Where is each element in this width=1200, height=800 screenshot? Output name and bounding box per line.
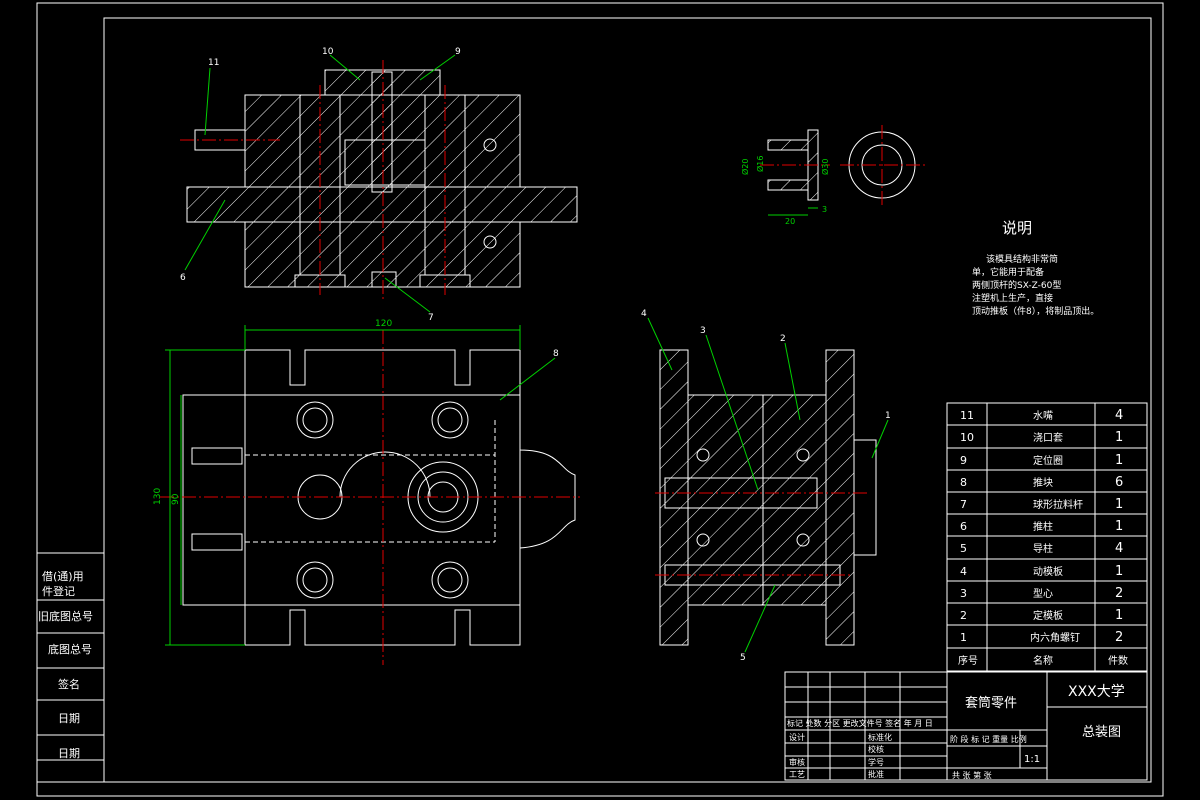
side-label-4: 底图总号: [48, 642, 92, 656]
balloon-11: 11: [208, 58, 219, 68]
dim-len-3: 3: [822, 205, 827, 214]
tb-part-name: 套筒零件: [965, 695, 1017, 711]
balloon-1: 1: [885, 411, 891, 421]
side-label-3: 旧底图总号: [38, 609, 93, 623]
parts-row-2-qty: 1: [1115, 430, 1123, 445]
title-block: 套筒零件 XXX大学 总装图 标记 处数 分区 更改文件号 签名 年 月 日 设…: [784, 671, 1148, 781]
parts-row-2-name: 浇口套: [1033, 431, 1063, 444]
parts-header-name: 名称: [1033, 654, 1053, 667]
parts-row-7-name: 导柱: [1033, 542, 1053, 555]
parts-row-3-qty: 1: [1115, 453, 1123, 468]
notes-line-3: 两侧顶杆的SX-Z-60型: [972, 279, 1061, 291]
dim-len-20: 20: [785, 217, 795, 226]
balloon-6: 6: [180, 273, 186, 283]
parts-row-1-no: 11: [960, 409, 974, 422]
parts-row-6-qty: 1: [1115, 519, 1123, 534]
parts-row-9-name: 型心: [1033, 587, 1053, 600]
tb-school: XXX大学: [1068, 684, 1125, 700]
plan-view: [160, 330, 580, 665]
side-label-1: 借(通)用: [42, 570, 84, 583]
parts-row-5-name: 球形拉料杆: [1033, 498, 1083, 511]
tb-drawing-name: 总装图: [1082, 725, 1121, 740]
assembly-drawing: 11 10 9 6 7 120 130 90 8 4 3 2 1 5 Ø20 Ø…: [36, 2, 1164, 797]
tb-revision-row: 标记 处数 分区 更改文件号 签名 年 月 日: [787, 718, 933, 728]
parts-row-11-no: 1: [960, 631, 967, 644]
parts-row-6-no: 6: [960, 520, 967, 533]
side-panel: 借(通)用 件登记 旧底图总号 底图总号 签名 日期 日期: [36, 552, 105, 783]
dim-height-130: 130: [153, 488, 163, 505]
parts-row-6-name: 推柱: [1033, 520, 1053, 533]
dim-d30: Ø30: [820, 159, 830, 175]
top-section-view: [180, 60, 578, 300]
tb-proofread: 校核: [868, 744, 884, 754]
tb-standardize: 标准化: [868, 732, 892, 742]
parts-row-8-qty: 1: [1115, 564, 1123, 579]
notes-line-5: 顶动推板（件8），将制品顶出。: [972, 305, 1099, 317]
tb-review: 审核: [789, 757, 805, 767]
tb-student-id: 学号: [868, 757, 884, 767]
parts-list: 11 水嘴 4 10 浇口套 1 9 定位圈 1 8 推块 6 7 球形拉料杆 …: [946, 402, 1148, 672]
parts-header-no: 序号: [958, 654, 978, 667]
parts-row-3-name: 定位圈: [1033, 454, 1063, 467]
side-label-2: 件登记: [42, 584, 75, 598]
balloon-9: 9: [455, 47, 461, 57]
notes-line-4: 注塑机上生产，直接: [972, 292, 1053, 304]
parts-row-5-no: 7: [960, 498, 967, 511]
side-label-6: 日期: [58, 712, 80, 725]
side-label-5: 签名: [58, 677, 80, 691]
notes-line-1: 该模具结构非常简: [986, 253, 1058, 265]
parts-row-4-qty: 6: [1115, 475, 1123, 490]
tb-stage-labels: 阶 段 标 记 重量 比例: [950, 734, 1027, 744]
notes-line-2: 单，它能用于配备: [972, 266, 1044, 278]
parts-row-1-qty: 4: [1115, 408, 1123, 423]
parts-row-1-name: 水嘴: [1033, 410, 1053, 422]
parts-row-11-name: 内六角螺钉: [1030, 631, 1080, 644]
balloon-5: 5: [740, 653, 746, 663]
side-section-view: [655, 349, 877, 646]
parts-row-9-qty: 2: [1115, 586, 1123, 601]
dim-height-90: 90: [171, 493, 181, 505]
parts-row-5-qty: 1: [1115, 497, 1123, 512]
tb-scale: 1:1: [1024, 754, 1040, 765]
parts-row-4-no: 8: [960, 476, 967, 489]
parts-row-9-no: 3: [960, 587, 967, 600]
parts-row-8-no: 4: [960, 565, 967, 578]
parts-row-7-no: 5: [960, 542, 967, 555]
notes-title: 说明: [1002, 219, 1032, 237]
side-label-7: 日期: [58, 747, 80, 760]
parts-row-10-qty: 1: [1115, 608, 1123, 623]
parts-row-3-no: 9: [960, 454, 967, 467]
balloon-2: 2: [780, 334, 786, 344]
tb-process: 工艺: [789, 770, 805, 779]
parts-row-11-qty: 2: [1115, 630, 1123, 645]
balloon-7: 7: [428, 313, 434, 323]
balloon-4: 4: [641, 309, 647, 319]
parts-header-qty: 件数: [1108, 654, 1128, 667]
parts-row-10-name: 定模板: [1033, 609, 1063, 622]
dim-d16: Ø16: [755, 156, 765, 172]
tb-sheet: 共 张 第 张: [952, 770, 992, 780]
parts-row-10-no: 2: [960, 609, 967, 622]
parts-row-8-name: 动模板: [1033, 565, 1063, 578]
dim-width-120: 120: [375, 319, 392, 329]
balloon-10: 10: [322, 47, 334, 57]
parts-row-7-qty: 4: [1115, 541, 1123, 556]
balloon-8: 8: [553, 349, 559, 359]
bushing-detail: [760, 125, 925, 205]
parts-row-2-no: 10: [960, 431, 974, 444]
dim-d20: Ø20: [740, 159, 750, 175]
balloon-3: 3: [700, 326, 706, 336]
tb-design: 设计: [789, 732, 805, 742]
tb-approve: 批准: [868, 769, 884, 779]
parts-row-4-name: 推块: [1033, 476, 1053, 489]
